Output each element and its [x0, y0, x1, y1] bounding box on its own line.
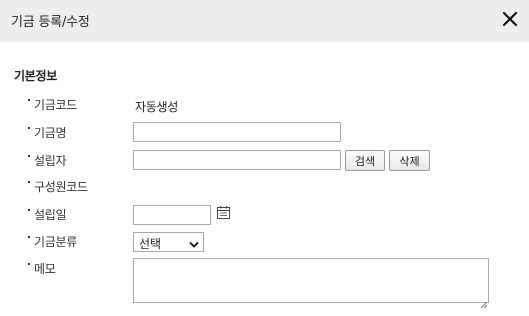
memo-textarea[interactable] [133, 258, 489, 303]
category-select[interactable]: 선택 [133, 232, 204, 252]
founder-input[interactable] [133, 150, 341, 170]
fund-code-value: 자동생성 [135, 100, 178, 114]
founded-date-input[interactable] [133, 205, 211, 225]
fund-name-input[interactable] [133, 122, 341, 142]
calendar-icon[interactable] [216, 205, 231, 220]
category-label: 기금분류 [28, 235, 77, 249]
founder-delete-button[interactable]: 삭제 [389, 150, 430, 171]
founded-date-label: 설립일 [27, 208, 67, 222]
chevron-down-icon [189, 238, 199, 248]
section-title: 기본정보 [14, 69, 57, 83]
member-code-label: 구성원코드 [28, 180, 88, 194]
memo-label: 메모 [27, 262, 56, 276]
dialog-title: 기금 등록/수정 [11, 15, 90, 30]
resize-grip-icon[interactable] [480, 294, 488, 309]
dialog-header: 기금 등록/수정 [0, 0, 529, 42]
fund-name-label: 기금명 [27, 126, 67, 140]
founder-search-button[interactable]: 검색 [345, 150, 385, 171]
close-icon[interactable] [501, 10, 519, 28]
fund-code-label: 기금코드 [28, 98, 77, 112]
category-selected-value: 선택 [139, 237, 162, 251]
founder-label: 설립자 [27, 154, 67, 168]
